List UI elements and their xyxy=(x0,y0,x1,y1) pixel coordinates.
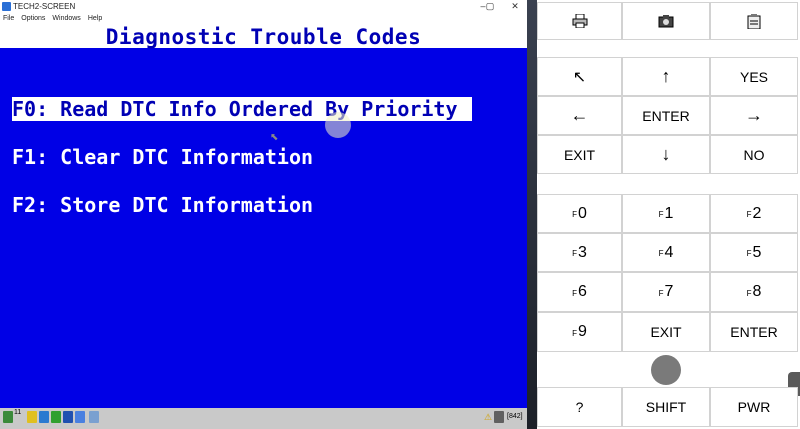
exit-key-2[interactable]: EXIT xyxy=(622,312,710,352)
network-icon xyxy=(494,411,504,423)
f0-label: 0 xyxy=(577,204,587,222)
f8-label: 8 xyxy=(752,283,762,300)
f4-prefix: F xyxy=(658,249,664,258)
touch-indicator xyxy=(651,355,681,385)
upleft-arrow-key[interactable]: ↖ xyxy=(537,57,622,96)
f9-prefix: F xyxy=(572,328,577,338)
taskbar-status: [842] xyxy=(507,413,523,420)
f5-prefix: F xyxy=(746,249,752,258)
f3-key[interactable]: F3 xyxy=(537,233,622,272)
f4-key[interactable]: F4 xyxy=(622,233,710,272)
tech2-window: TECH2-SCREEN – ▢ ✕ File Options Windows Hel… xyxy=(0,0,527,429)
app-icon-5[interactable] xyxy=(75,411,85,423)
taskbar: 11 ⚠ [842] xyxy=(0,408,527,429)
menu-options[interactable]: Options xyxy=(21,13,45,24)
f6-key[interactable]: F6 xyxy=(537,272,622,312)
close-button[interactable]: ✕ xyxy=(503,0,527,13)
menu-bar: File Options Windows Help xyxy=(0,13,527,24)
f8-prefix: F xyxy=(746,288,752,298)
pwr-key[interactable]: PWR xyxy=(710,387,798,427)
f2-label: 2 xyxy=(752,204,762,222)
f3-label: 3 xyxy=(577,243,587,261)
menu-file[interactable]: File xyxy=(3,13,14,24)
f0-prefix: F xyxy=(572,210,577,219)
down-arrow-key[interactable]: ↓ xyxy=(622,135,710,174)
f7-label: 7 xyxy=(664,283,674,300)
left-arrow-key[interactable]: ← xyxy=(537,96,622,135)
menu-windows[interactable]: Windows xyxy=(52,13,80,24)
title-bar: TECH2-SCREEN – ▢ ✕ xyxy=(0,0,527,13)
f4-label: 4 xyxy=(664,243,674,261)
f8-key[interactable]: F8 xyxy=(710,272,798,312)
no-key[interactable]: NO xyxy=(710,135,798,174)
camera-icon xyxy=(658,15,674,28)
f1-prefix: F xyxy=(658,210,664,219)
yes-key[interactable]: YES xyxy=(710,57,798,96)
folder-icon[interactable] xyxy=(27,411,37,423)
enter-key[interactable]: ENTER xyxy=(622,96,710,135)
menu-item-read-dtc[interactable]: F0: Read DTC Info Ordered By Priority xyxy=(12,97,472,121)
f5-key[interactable]: F5 xyxy=(710,233,798,272)
exit-key[interactable]: EXIT xyxy=(537,135,622,174)
f0-key[interactable]: F0 xyxy=(537,194,622,233)
screen-header: Diagnostic Trouble Codes xyxy=(0,24,527,49)
up-arrow-key[interactable]: ↑ xyxy=(622,57,710,96)
app-icon xyxy=(2,2,11,11)
f1-label: 1 xyxy=(664,204,674,222)
menu-item-store-dtc[interactable]: F2: Store DTC Information xyxy=(12,193,313,217)
f3-prefix: F xyxy=(572,249,577,258)
tech2-screen: Diagnostic Trouble Codes F0: Read DTC In… xyxy=(0,24,527,408)
screenshot-key[interactable] xyxy=(622,2,710,40)
f7-key[interactable]: F7 xyxy=(622,272,710,312)
signal-icon xyxy=(3,411,13,423)
shift-key[interactable]: SHIFT xyxy=(622,387,710,427)
f9-key[interactable]: F9 xyxy=(537,312,622,352)
app-icon-2[interactable] xyxy=(39,411,49,423)
menu-help[interactable]: Help xyxy=(88,13,102,24)
window-gap xyxy=(527,0,537,429)
f2-key[interactable]: F2 xyxy=(710,194,798,233)
taskbar-count: 11 xyxy=(14,409,22,416)
f5-label: 5 xyxy=(752,243,762,261)
app-icon-6[interactable] xyxy=(89,411,99,423)
warning-icon: ⚠ xyxy=(484,412,493,422)
screen-title: Diagnostic Trouble Codes xyxy=(105,25,422,49)
f7-prefix: F xyxy=(658,288,664,298)
help-key[interactable]: ? xyxy=(537,387,622,427)
f6-prefix: F xyxy=(572,288,577,298)
mouse-pointer-icon: ⬉ xyxy=(270,132,279,143)
maximize-button[interactable]: ▢ xyxy=(478,0,502,13)
printer-icon xyxy=(572,14,587,28)
touch-cursor-indicator xyxy=(325,112,351,138)
f6-label: 6 xyxy=(577,283,587,300)
f2-prefix: F xyxy=(746,210,752,219)
menu-item-clear-dtc[interactable]: F1: Clear DTC Information xyxy=(12,145,313,169)
app-icon-4[interactable] xyxy=(63,411,73,423)
f9-label: 9 xyxy=(577,323,587,340)
clipboard-icon xyxy=(747,13,761,29)
print-key[interactable] xyxy=(537,2,622,40)
window-title: TECH2-SCREEN xyxy=(13,2,76,11)
app-icon-3[interactable] xyxy=(51,411,61,423)
right-arrow-key[interactable]: → xyxy=(710,96,798,135)
clipboard-key[interactable] xyxy=(710,2,798,40)
enter-key-2[interactable]: ENTER xyxy=(710,312,798,352)
f1-key[interactable]: F1 xyxy=(622,194,710,233)
